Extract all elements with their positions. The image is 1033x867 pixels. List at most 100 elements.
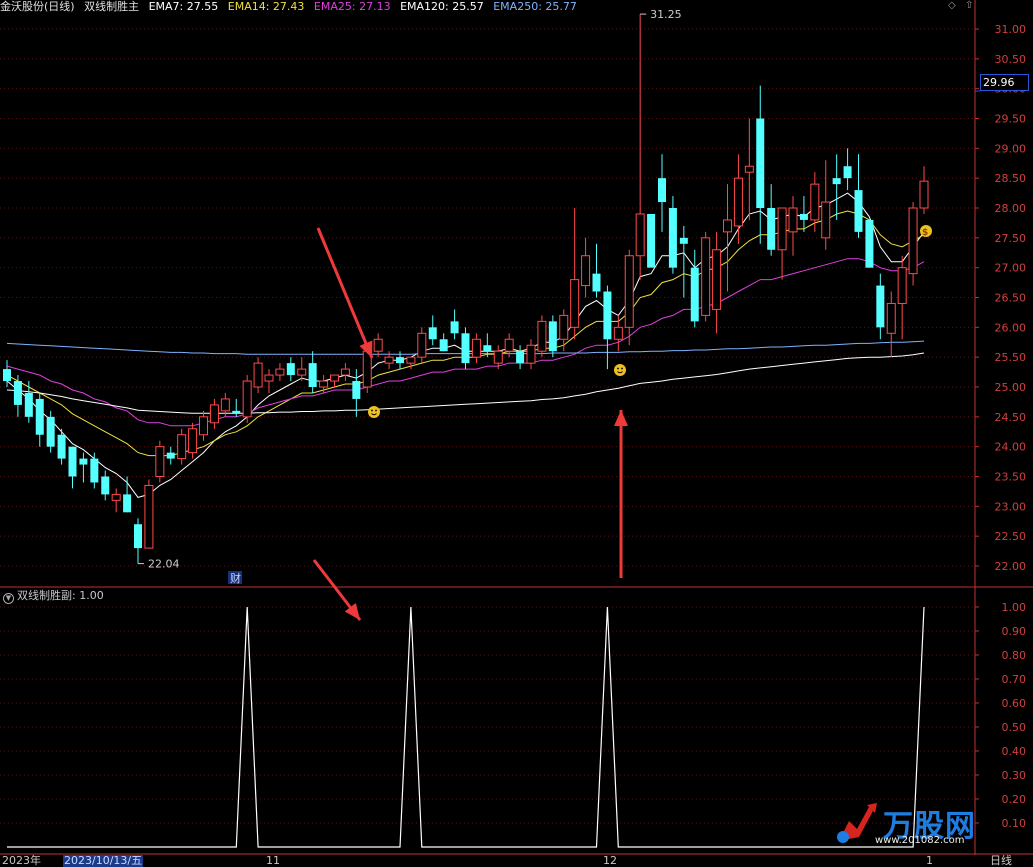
candle-body-down <box>166 452 175 459</box>
candle-body-down <box>767 208 776 250</box>
candle-body-up <box>919 180 929 209</box>
candle-body-down <box>690 267 699 322</box>
candle <box>79 452 88 483</box>
candle <box>570 208 580 340</box>
ema250-legend: EMA250: 25.77 <box>493 0 577 13</box>
candle <box>548 315 557 358</box>
candle <box>13 375 22 417</box>
ema120-legend: EMA120: 25.57 <box>400 0 484 13</box>
sub-tick-label: 0.20 <box>1002 793 1027 806</box>
candle-body-down <box>439 339 448 352</box>
candle-body-down <box>396 357 404 364</box>
candle-body-up <box>613 326 623 340</box>
candle-body-down <box>876 285 885 328</box>
price-tick-label: 22.00 <box>995 560 1027 573</box>
candle <box>471 333 481 364</box>
candle <box>744 118 754 220</box>
price-tick-label: 28.00 <box>995 202 1027 215</box>
candle-body-down <box>799 213 808 220</box>
candle <box>340 363 350 382</box>
candle <box>188 422 198 459</box>
candle-body-down <box>123 494 132 513</box>
sub-panel-title[interactable]: 双线制胜副 <box>17 589 72 602</box>
candle-body-down <box>854 190 863 232</box>
candle <box>733 154 743 244</box>
up-arrow-icon[interactable]: ⇧ <box>965 0 973 11</box>
candle <box>613 315 623 352</box>
candle <box>275 363 285 382</box>
candle <box>166 446 175 465</box>
candle-body-down <box>79 458 88 465</box>
finance-marker-text: 财 <box>230 571 241 585</box>
candle <box>428 315 437 346</box>
candle-body-up <box>635 213 645 257</box>
price-tick-label: 22.50 <box>995 530 1027 543</box>
candle-body-down <box>308 363 317 387</box>
candle-body-down <box>24 392 33 417</box>
candle-body-down <box>843 166 852 179</box>
candle <box>854 154 863 238</box>
price-tick-label: 24.50 <box>995 411 1027 424</box>
sub-panel-header: ▼ 双线制胜副: 1.00 <box>0 589 104 604</box>
candle-body-up <box>559 314 569 340</box>
candle <box>35 392 44 447</box>
chevron-down-icon[interactable]: ▼ <box>3 593 14 604</box>
candle <box>242 375 252 423</box>
candle-body-up <box>264 374 274 382</box>
candle-body-down <box>832 178 841 185</box>
candle <box>155 440 165 483</box>
candle <box>461 327 470 370</box>
candle-body-up <box>570 279 580 328</box>
candle <box>330 374 339 387</box>
sub-tick-label: 0.70 <box>1002 673 1027 686</box>
candle-body-down <box>592 273 601 292</box>
smiley-icon-eye <box>375 409 377 412</box>
candle-body-up <box>188 428 198 454</box>
candle <box>516 345 525 370</box>
price-tick-label: 25.50 <box>995 351 1027 364</box>
candle-body-up <box>319 380 329 388</box>
arrow-annotation-head <box>614 410 628 426</box>
candle <box>897 255 907 340</box>
ema25-legend: EMA25: 27.13 <box>313 0 391 13</box>
candle-body-up <box>581 255 591 287</box>
candle-body-up <box>537 320 547 352</box>
candle <box>624 249 634 346</box>
candle-body-up <box>723 219 732 233</box>
candle <box>526 339 536 370</box>
candle <box>537 315 547 358</box>
candle-body-down <box>679 237 688 244</box>
candle <box>450 309 459 340</box>
candle <box>876 273 885 340</box>
watermark-url: www.201082.com <box>875 835 965 846</box>
candle <box>908 202 918 286</box>
candle-body-up <box>493 350 503 364</box>
candle-body-down <box>13 381 22 405</box>
candle <box>810 172 820 232</box>
candle-body-down <box>35 398 44 435</box>
price-tick-label: 29.50 <box>995 113 1027 126</box>
indicator-name[interactable]: 双线制胜主 <box>84 0 139 13</box>
sub-panel-value: : 1.00 <box>72 589 104 602</box>
ema14-legend: EMA14: 27.43 <box>227 0 305 13</box>
candle-body-down <box>548 321 557 352</box>
candle <box>134 518 142 564</box>
sub-tick-label: 0.40 <box>1002 745 1027 758</box>
candle <box>68 446 77 489</box>
period-label[interactable]: 日线 <box>990 855 1012 867</box>
candle <box>592 243 601 298</box>
candle <box>701 231 711 322</box>
candle-body-down <box>603 291 612 340</box>
arrow-annotation <box>614 410 628 578</box>
candle-body-up <box>373 338 383 352</box>
candle <box>90 452 99 489</box>
selected-date: 2023/10/13/五 <box>63 854 144 867</box>
smiley-icon <box>368 406 380 418</box>
candle <box>886 291 896 358</box>
diamond-icon[interactable]: ◇ <box>948 0 956 11</box>
candle-body-up <box>810 183 820 221</box>
candle <box>177 428 187 465</box>
ema7-legend: EMA7: 27.55 <box>148 0 219 13</box>
sub-tick-label: 0.30 <box>1002 769 1027 782</box>
smiley-icon-eye <box>617 367 619 370</box>
